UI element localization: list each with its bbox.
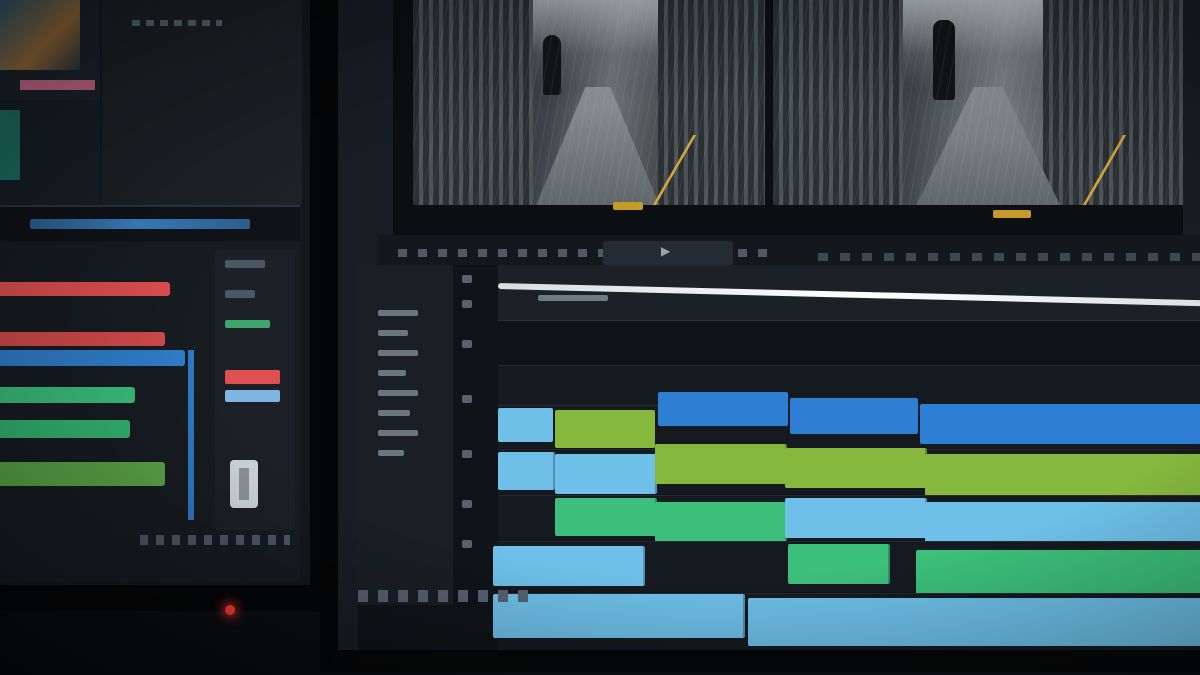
track-header-label[interactable]: [378, 350, 418, 356]
lock-icon[interactable]: [462, 275, 472, 283]
left-monitor-icon-row: [140, 535, 290, 545]
eye-icon[interactable]: [462, 395, 472, 403]
panel-chip: [225, 260, 265, 268]
track-row-v2: [498, 392, 1200, 448]
audio-clip[interactable]: [655, 502, 787, 542]
left-monitor: [0, 0, 324, 611]
video-clip[interactable]: [920, 404, 1200, 444]
audio-clip[interactable]: [916, 550, 1200, 594]
eye-icon[interactable]: [462, 300, 472, 308]
main-monitor: [320, 0, 1200, 672]
video-clip[interactable]: [498, 408, 553, 442]
power-led: [225, 605, 235, 615]
video-clip[interactable]: [790, 398, 918, 434]
program-viewer[interactable]: [773, 0, 1183, 205]
panel-chip-blue[interactable]: [225, 390, 280, 402]
audio-clip[interactable]: [925, 502, 1200, 544]
track-row-v3: [498, 444, 1200, 496]
play-controls[interactable]: [603, 241, 733, 265]
preview-area: [393, 0, 1183, 235]
video-clip[interactable]: [658, 392, 788, 426]
track-row-a1: [498, 495, 1200, 544]
video-clip[interactable]: [785, 448, 927, 488]
bin-accent: [0, 110, 20, 180]
track-toggles: [458, 265, 488, 605]
track-header-label[interactable]: [378, 390, 418, 396]
left-monitor-bin: [0, 100, 100, 205]
source-timecode: [613, 202, 643, 210]
left-monitor-toolbar: [0, 205, 300, 241]
track-header-label[interactable]: [378, 310, 418, 316]
audio-track-red-1[interactable]: [0, 282, 170, 296]
track-row-a3: [493, 593, 1200, 650]
audio-clip[interactable]: [555, 498, 657, 536]
track-row-a2: [493, 541, 1200, 594]
audio-track-green-1[interactable]: [0, 387, 135, 403]
selection-bar: [20, 80, 95, 90]
track-header-label[interactable]: [378, 450, 404, 456]
left-monitor-scrubber[interactable]: [30, 219, 250, 229]
eye-icon[interactable]: [462, 340, 472, 348]
fader-knob[interactable]: [230, 460, 258, 508]
audio-track-green-2[interactable]: [0, 420, 130, 438]
audio-track-red-2[interactable]: [0, 332, 165, 346]
video-clip[interactable]: [555, 410, 655, 448]
source-viewer[interactable]: [413, 0, 765, 205]
ruler-text: [538, 295, 608, 301]
audio-track-green-3[interactable]: [0, 462, 165, 486]
video-clip[interactable]: [498, 452, 555, 490]
track-header-label[interactable]: [378, 430, 418, 436]
audio-clip[interactable]: [748, 598, 1200, 646]
timeline-ruler[interactable]: [497, 265, 1200, 321]
left-monitor-viewer: [102, 0, 302, 205]
audio-clip[interactable]: [785, 498, 927, 538]
panel-chip-red[interactable]: [225, 370, 280, 384]
video-clip[interactable]: [555, 454, 657, 494]
track-header-label[interactable]: [378, 410, 410, 416]
rain-overlay: [413, 0, 765, 205]
video-clip[interactable]: [655, 444, 787, 484]
taskbar-icons[interactable]: [358, 590, 538, 602]
track-headers: [358, 265, 453, 605]
left-monitor-playhead[interactable]: [188, 350, 194, 520]
audio-clip[interactable]: [788, 544, 890, 584]
speaker-icon[interactable]: [462, 540, 472, 548]
speaker-icon[interactable]: [462, 450, 472, 458]
program-timecode: [993, 210, 1031, 218]
speaker-icon[interactable]: [462, 500, 472, 508]
edit-tools[interactable]: [818, 253, 1200, 261]
audio-track-blue[interactable]: [0, 350, 185, 366]
media-thumbnail[interactable]: [0, 0, 80, 70]
track-header-label[interactable]: [378, 330, 408, 336]
rain-overlay: [773, 0, 1183, 205]
panel-chip-green: [225, 320, 270, 328]
left-monitor-thumbnail-panel: [0, 0, 100, 100]
viewer-toolbar: [132, 20, 222, 26]
video-clip[interactable]: [925, 454, 1200, 496]
track-header-label[interactable]: [378, 370, 406, 376]
audio-clip[interactable]: [493, 546, 645, 586]
panel-chip: [225, 290, 255, 298]
